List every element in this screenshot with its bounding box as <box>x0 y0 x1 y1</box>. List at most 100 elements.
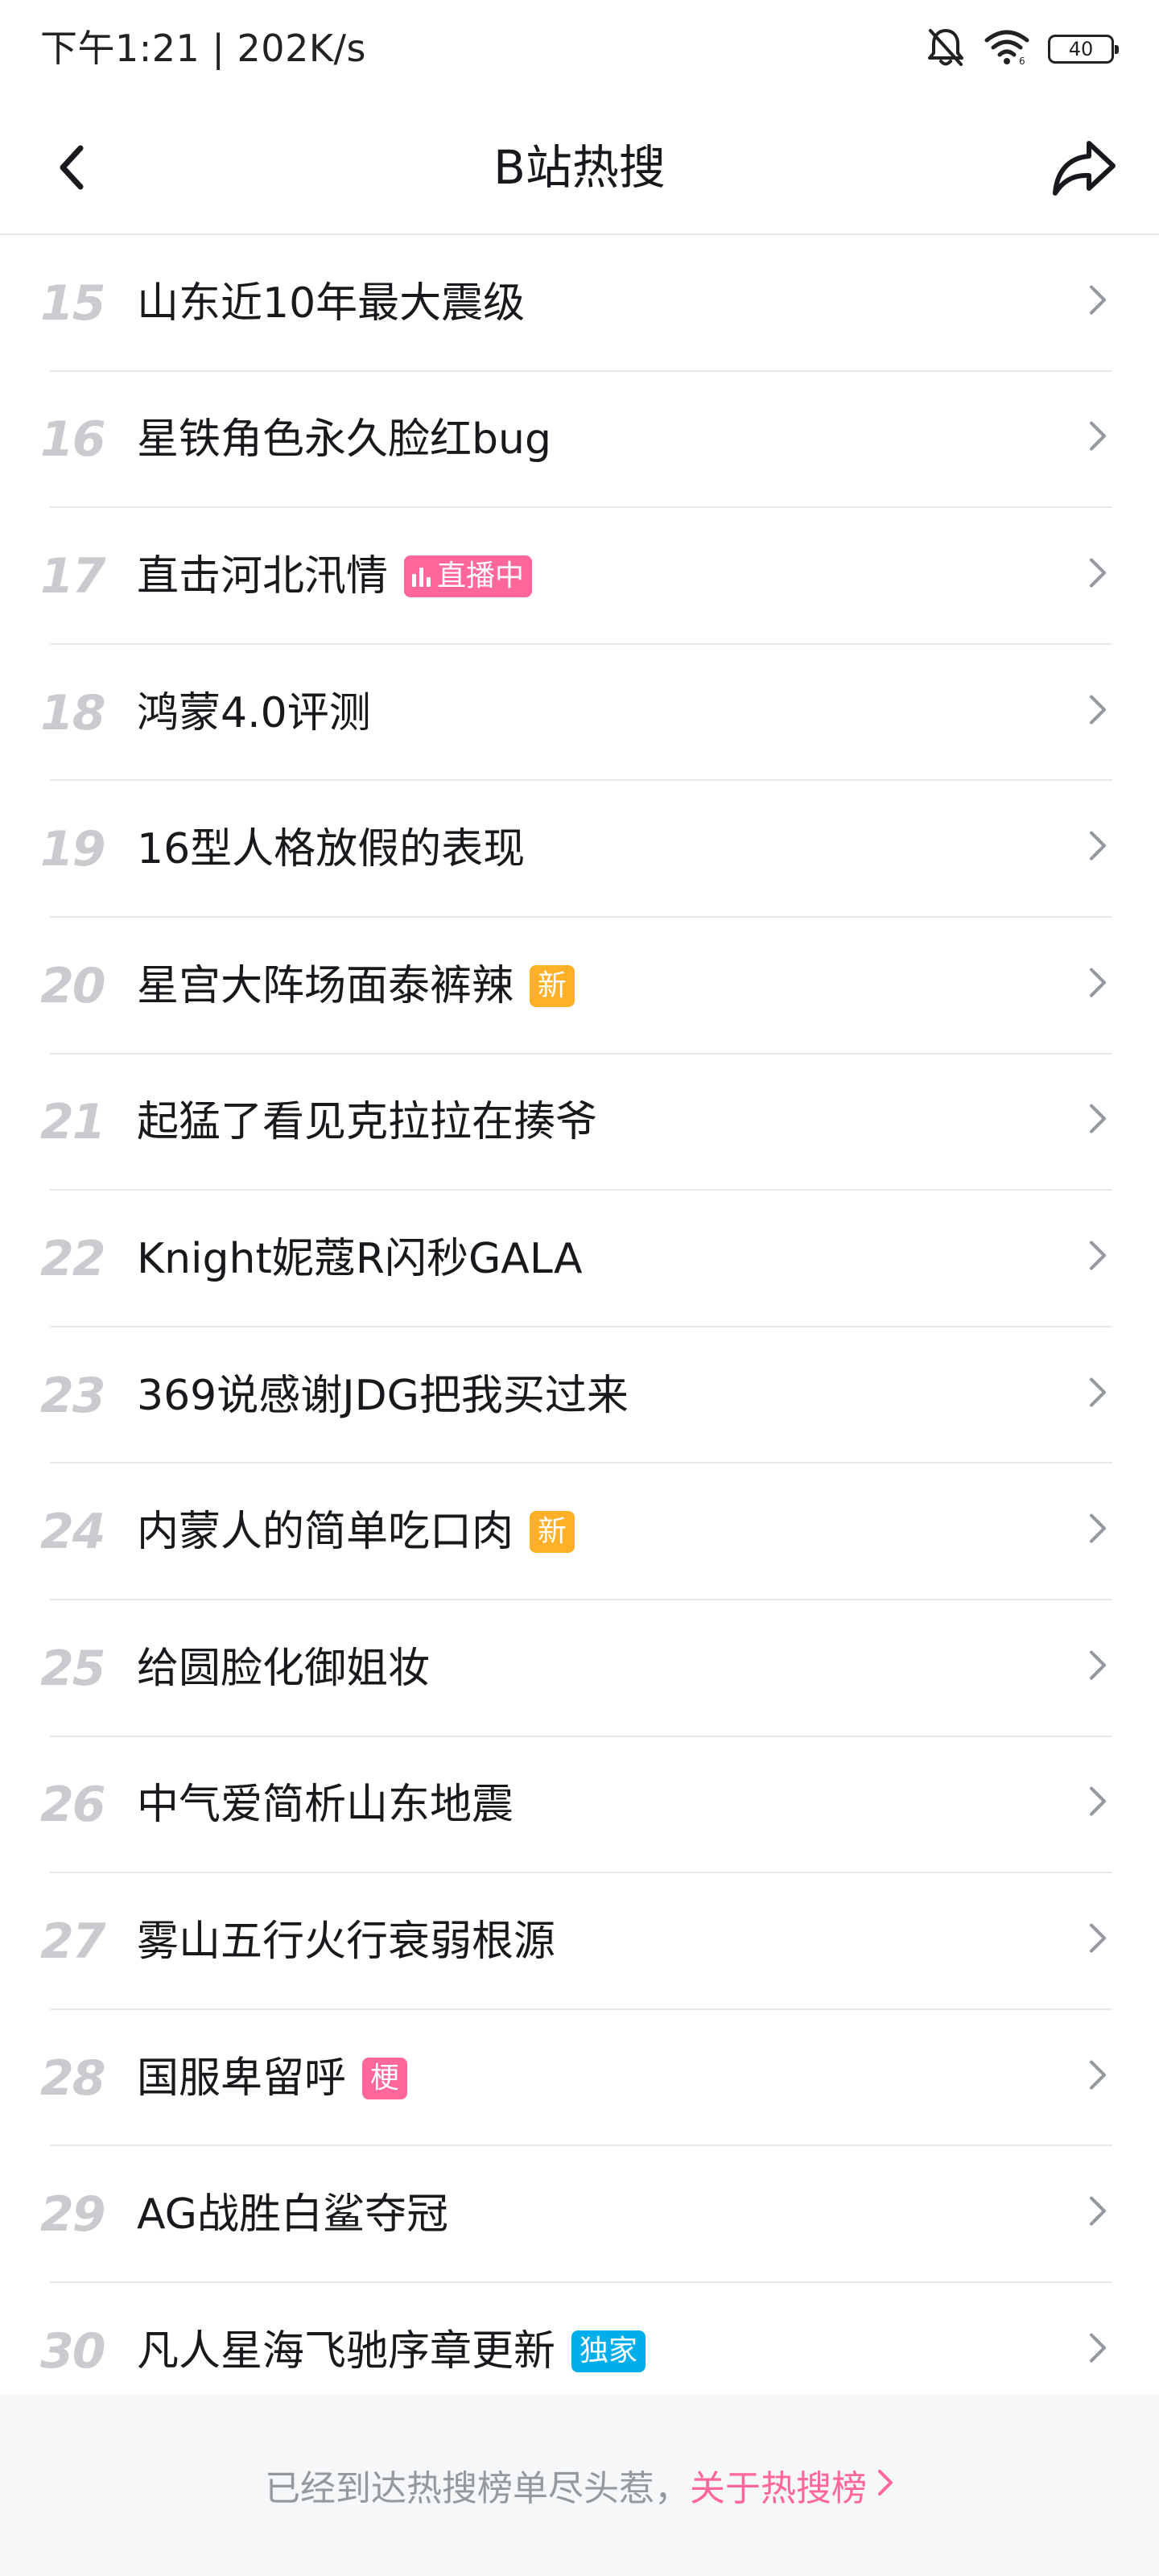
list-item-title: 给圆脸化御姐妆 <box>137 1644 431 1693</box>
list-item-title: 星宫大阵场面泰裤辣 <box>137 961 514 1010</box>
rank-number: 16 <box>40 411 106 469</box>
row-content: 星铁角色永久脸红bug <box>137 411 551 468</box>
list-item[interactable]: 29 AG战胜白鲨夺冠 <box>0 2146 1159 2283</box>
battery-icon: 40 <box>1048 35 1119 64</box>
chevron-right-icon <box>1083 555 1112 591</box>
rank-number: 21 <box>40 1094 106 1151</box>
row-content: AG战胜白鲨夺冠 <box>137 2186 448 2243</box>
rank-number: 22 <box>40 1230 106 1287</box>
about-hot-search-label: 关于热搜榜 <box>690 2468 867 2509</box>
share-button[interactable] <box>1048 135 1120 203</box>
list-item-title: 国服卑留呼 <box>137 2054 347 2103</box>
chevron-right-icon <box>1083 691 1112 727</box>
rank-number: 30 <box>40 2322 106 2380</box>
chevron-right-icon <box>1083 828 1112 864</box>
status-icons: 6 40 <box>926 26 1119 72</box>
list-item[interactable]: 24 内蒙人的简单吃口肉 新 <box>0 1463 1159 1600</box>
chevron-right-icon <box>1083 1647 1112 1682</box>
rank-number: 20 <box>40 957 106 1014</box>
row-content: 山东近10年最大震级 <box>137 275 525 332</box>
about-hot-search-link[interactable]: 关于热搜榜 <box>690 2459 894 2511</box>
chevron-right-icon <box>1083 282 1112 317</box>
new-tag: 新 <box>530 1511 575 1554</box>
chevron-right-icon <box>1083 2057 1112 2092</box>
list-item-title: 雾山五行火行衰弱根源 <box>137 1917 556 1966</box>
list-item-title: 鸿蒙4.0评测 <box>137 688 371 737</box>
list-item[interactable]: 28 国服卑留呼 梗 <box>0 2010 1159 2147</box>
list-item[interactable]: 19 16型人格放假的表现 <box>0 781 1159 918</box>
list-end-footer: 已经到达热搜榜单尽头惹， 关于热搜榜 <box>0 2394 1159 2576</box>
list-item[interactable]: 21 起猛了看见克拉拉在揍爷 <box>0 1055 1159 1191</box>
row-content: 给圆脸化御姐妆 <box>137 1641 430 1697</box>
list-item-title: 凡人星海飞驰序章更新 <box>137 2326 556 2376</box>
list-item[interactable]: 20 星宫大阵场面泰裤辣 新 <box>0 918 1159 1055</box>
end-of-list-text: 已经到达热搜榜单尽头惹， <box>265 2468 690 2509</box>
chevron-right-icon <box>1083 1784 1112 1819</box>
footer-content: 已经到达热搜榜单尽头惹， 关于热搜榜 <box>0 2394 1159 2576</box>
chevron-right-icon <box>1083 1511 1112 1546</box>
rank-number: 25 <box>40 1640 106 1697</box>
list-item[interactable]: 27 雾山五行火行衰弱根源 <box>0 1873 1159 2010</box>
battery-level: 40 <box>1068 38 1094 60</box>
chevron-right-icon <box>1083 1101 1112 1137</box>
row-content: 凡人星海飞驰序章更新 独家 <box>137 2323 646 2380</box>
row-content: 369说感谢JDG把我买过来 <box>137 1368 629 1424</box>
rank-number: 23 <box>40 1367 106 1424</box>
rank-number: 15 <box>40 275 106 332</box>
rank-number: 29 <box>40 2186 106 2244</box>
rank-number: 26 <box>40 1777 106 1834</box>
list-item[interactable]: 23 369说感谢JDG把我买过来 <box>0 1327 1159 1464</box>
list-item-title: 起猛了看见克拉拉在揍爷 <box>137 1098 598 1147</box>
chevron-right-icon <box>1083 2194 1112 2229</box>
row-content: 16型人格放假的表现 <box>137 821 525 877</box>
list-item[interactable]: 18 鸿蒙4.0评测 <box>0 645 1159 782</box>
live-tag-label: 直播中 <box>437 559 525 592</box>
list-item-title: 山东近10年最大震级 <box>137 279 526 328</box>
list-item[interactable]: 25 给圆脸化御姐妆 <box>0 1600 1159 1737</box>
list-item[interactable]: 26 中气爱简析山东地震 <box>0 1737 1159 1874</box>
rank-number: 17 <box>40 547 106 605</box>
row-content: 鸿蒙4.0评测 <box>137 685 371 741</box>
nav-bar: B站热搜 <box>0 100 1159 235</box>
live-tag: 直播中 <box>404 555 533 597</box>
status-bar: 下午1:21 | 202K/s 6 40 <box>0 0 1159 100</box>
new-tag: 新 <box>530 964 575 1007</box>
row-content: 中气爱简析山东地震 <box>137 1777 514 1833</box>
chevron-right-icon <box>1083 2330 1112 2365</box>
rank-number: 28 <box>40 2050 106 2107</box>
list-item[interactable]: 17 直击河北汛情 直播中 <box>0 508 1159 645</box>
page-title: B站热搜 <box>493 140 666 195</box>
list-item[interactable]: 16 星铁角色永久脸红bug <box>0 372 1159 509</box>
rank-number: 18 <box>40 684 106 741</box>
share-icon <box>1050 137 1118 201</box>
list-item-title: 内蒙人的简单吃口肉 <box>137 1508 514 1557</box>
row-content: 雾山五行火行衰弱根源 <box>137 1913 555 1970</box>
rank-number: 27 <box>40 1913 106 1970</box>
chevron-right-icon <box>1083 1238 1112 1274</box>
row-content: 起猛了看见克拉拉在揍爷 <box>137 1094 597 1150</box>
chevron-right-icon <box>1083 1921 1112 1956</box>
bell-off-icon <box>926 26 966 72</box>
row-content: 内蒙人的简单吃口肉 新 <box>137 1504 575 1560</box>
row-content: 国服卑留呼 梗 <box>137 2050 408 2107</box>
list-item-title: Knight妮蔻R闪秒GALA <box>137 1234 583 1283</box>
wifi-icon: 6 <box>984 29 1030 69</box>
chevron-right-icon <box>1083 1374 1112 1410</box>
rank-number: 24 <box>40 1504 106 1561</box>
list-item[interactable]: 22 Knight妮蔻R闪秒GALA <box>0 1191 1159 1327</box>
list-item-title: 369说感谢JDG把我买过来 <box>137 1371 629 1420</box>
list-item-title: 中气爱简析山东地震 <box>137 1781 514 1830</box>
hot-search-list: 15 山东近10年最大震级 16 星铁角色永久脸红bug 17 直击河北汛情 直… <box>0 235 1159 2420</box>
exclusive-tag: 独家 <box>571 2330 646 2372</box>
row-content: Knight妮蔻R闪秒GALA <box>137 1231 583 1287</box>
chevron-right-icon <box>876 2465 894 2506</box>
chevron-right-icon <box>1083 964 1112 1000</box>
list-item[interactable]: 15 山东近10年最大震级 <box>0 235 1159 372</box>
list-item-title: AG战胜白鲨夺冠 <box>137 2190 448 2240</box>
row-content: 星宫大阵场面泰裤辣 新 <box>137 958 575 1014</box>
live-bars-icon <box>412 566 431 587</box>
row-content: 直击河北汛情 直播中 <box>137 548 533 605</box>
rank-number: 19 <box>40 821 106 878</box>
meme-tag: 梗 <box>362 2057 408 2099</box>
list-item-title: 16型人格放假的表现 <box>137 825 526 874</box>
